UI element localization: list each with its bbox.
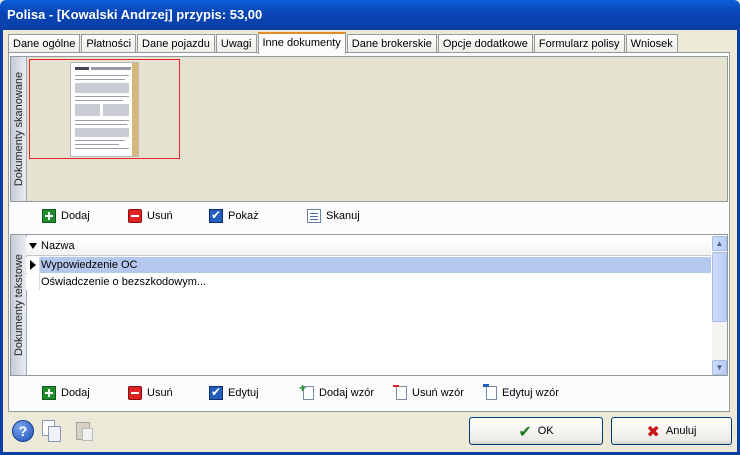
table-row[interactable]: Oświadczenie o bezszkodowym... (26, 274, 711, 290)
tab-wniosek[interactable]: Wniosek (625, 34, 678, 53)
text-remove-button[interactable]: Usuń (128, 384, 173, 402)
current-row-icon (30, 260, 36, 270)
scanned-remove-button[interactable]: Usuń (128, 207, 173, 225)
row-name-cell[interactable]: Wypowiedzenie OC (41, 259, 138, 271)
cancel-button[interactable]: ✖ Anuluj (611, 417, 732, 445)
help-icon[interactable]: ? (12, 420, 34, 442)
add-template-button[interactable]: Dodaj wzór (299, 381, 374, 402)
tab-opcje-dodatkowe[interactable]: Opcje dodatkowe (437, 34, 533, 53)
row-indicator (26, 257, 40, 273)
tab-formularz-polisy[interactable]: Formularz polisy (533, 34, 625, 53)
text-documents-toolbar: Dodaj Usuń Edytuj Dodaj wzór Usuń wzór E… (10, 381, 728, 404)
tab-platnosci[interactable]: Płatności (81, 34, 137, 53)
table-row[interactable]: Wypowiedzenie OC (26, 257, 711, 273)
scanned-add-button[interactable]: Dodaj (42, 207, 90, 225)
row-name-cell[interactable]: Oświadczenie o bezszkodowym... (41, 276, 206, 288)
scanner-icon (307, 209, 321, 223)
sort-arrow-icon[interactable] (29, 243, 37, 249)
window-title: Polisa - [Kowalski Andrzej] przypis: 53,… (0, 0, 740, 30)
tab-strip: Dane ogólne Płatności Dane pojazdu Uwagi… (8, 32, 679, 54)
add-icon (42, 386, 56, 400)
grid-vertical-scrollbar[interactable]: ▲ ▼ (712, 236, 727, 375)
scanned-show-button[interactable]: Pokaż (209, 207, 259, 225)
tab-dane-pojazdu[interactable]: Dane pojazdu (137, 34, 215, 53)
scanned-toolbar: Dodaj Usuń Pokaż Skanuj (10, 205, 728, 227)
tab-inne-dokumenty[interactable]: Inne dokumenty (257, 32, 346, 54)
scanned-documents-label: Dokumenty skanowane (11, 57, 27, 201)
text-edit-button[interactable]: Edytuj (209, 384, 259, 402)
add-template-icon (299, 381, 314, 400)
copy-icon[interactable] (42, 420, 62, 442)
tab-uwagi[interactable]: Uwagi (215, 34, 257, 53)
edit-template-icon (483, 384, 497, 400)
remove-icon (128, 209, 142, 223)
add-icon (42, 209, 56, 223)
scroll-thumb[interactable] (712, 252, 727, 322)
check-icon (209, 208, 223, 223)
edit-template-button[interactable]: Edytuj wzór (483, 384, 559, 402)
remove-icon (128, 386, 142, 400)
edit-check-icon (209, 385, 223, 400)
document-preview-image (70, 62, 139, 157)
tab-dane-ogolne[interactable]: Dane ogólne (8, 34, 81, 53)
cross-icon: ✖ (646, 421, 660, 441)
paste-icon[interactable] (76, 420, 94, 442)
ok-button[interactable]: ✔ OK (469, 417, 603, 445)
remove-template-icon (393, 385, 407, 400)
text-documents-label: Dokumenty tekstowe (11, 235, 27, 375)
scroll-up-button[interactable]: ▲ (712, 236, 727, 251)
scroll-down-button[interactable]: ▼ (712, 360, 727, 375)
checkmark-icon: ✔ (518, 421, 532, 441)
remove-template-button[interactable]: Usuń wzór (393, 384, 464, 402)
grid-header[interactable]: Nazwa (26, 237, 711, 256)
scanned-scan-button[interactable]: Skanuj (307, 207, 360, 225)
tab-dane-brokerskie[interactable]: Dane brokerskie (346, 34, 437, 53)
text-add-button[interactable]: Dodaj (42, 384, 90, 402)
scanned-document-thumbnail[interactable] (29, 59, 180, 159)
column-header-nazwa[interactable]: Nazwa (41, 240, 75, 252)
row-indicator (26, 274, 40, 290)
